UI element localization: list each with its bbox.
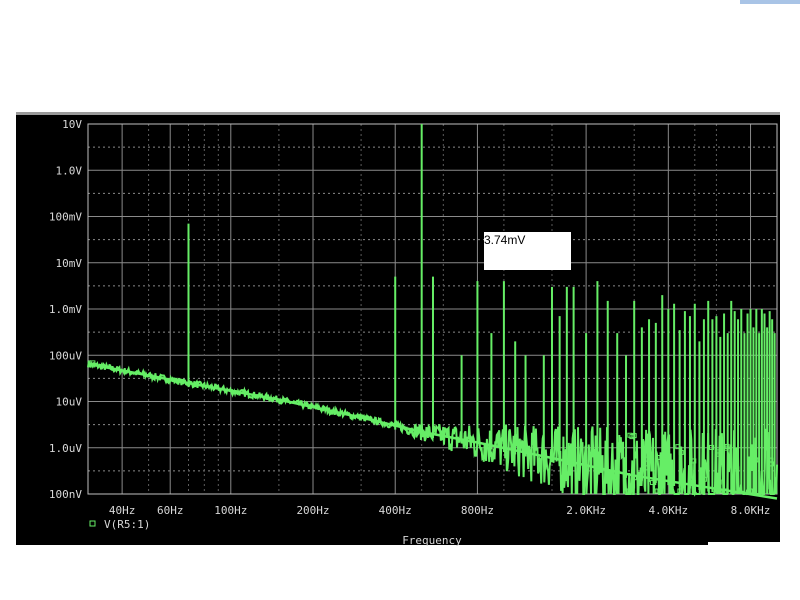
marker-annotation: 3.74mV xyxy=(484,232,571,270)
y-axis-ticks: 10V 1.0V 100mV 10mV 1.0mV 100uV 10uV 1.0uV 100nV xyxy=(49,118,82,501)
x-tick-label: 8.0KHz xyxy=(731,504,771,517)
y-tick-label: 1.0uV xyxy=(49,442,82,455)
legend-entry: V(R5:1) xyxy=(104,518,150,531)
x-tick-label: 60Hz xyxy=(157,504,184,517)
y-tick-label: 1.0V xyxy=(56,164,83,177)
x-tick-label: 800Hz xyxy=(461,504,494,517)
x-tick-label: 200Hz xyxy=(296,504,329,517)
series-plot xyxy=(87,124,778,500)
y-tick-label: 10V xyxy=(62,118,82,131)
spectrum-chart: 10V 1.0V 100mV 10mV 1.0mV 100uV 10uV 1.0uV 100nV… xyxy=(49,118,778,547)
y-tick-label: 1.0mV xyxy=(49,303,82,316)
x-axis-ticks: 40Hz 60Hz 100Hz 200Hz 400Hz 800Hz 2.0KHz 4.0KHz… xyxy=(109,504,771,517)
y-tick-label: 100nV xyxy=(49,488,82,501)
x-tick-label: 4.0KHz xyxy=(648,504,688,517)
x-tick-label: 2.0KHz xyxy=(566,504,606,517)
x-tick-label: 40Hz xyxy=(109,504,136,517)
x-tick-label: 400Hz xyxy=(379,504,412,517)
y-tick-label: 100uV xyxy=(49,349,82,362)
marker-label: 3.74mV xyxy=(484,233,525,247)
y-tick-label: 10mV xyxy=(56,257,83,270)
x-axis-title: Frequency xyxy=(402,534,462,547)
y-tick-label: 100mV xyxy=(49,211,82,224)
x-tick-label: 100Hz xyxy=(214,504,247,517)
legend-marker-square xyxy=(89,520,96,527)
legend: V(R5:1) xyxy=(89,518,150,531)
y-tick-label: 10uV xyxy=(56,396,83,409)
